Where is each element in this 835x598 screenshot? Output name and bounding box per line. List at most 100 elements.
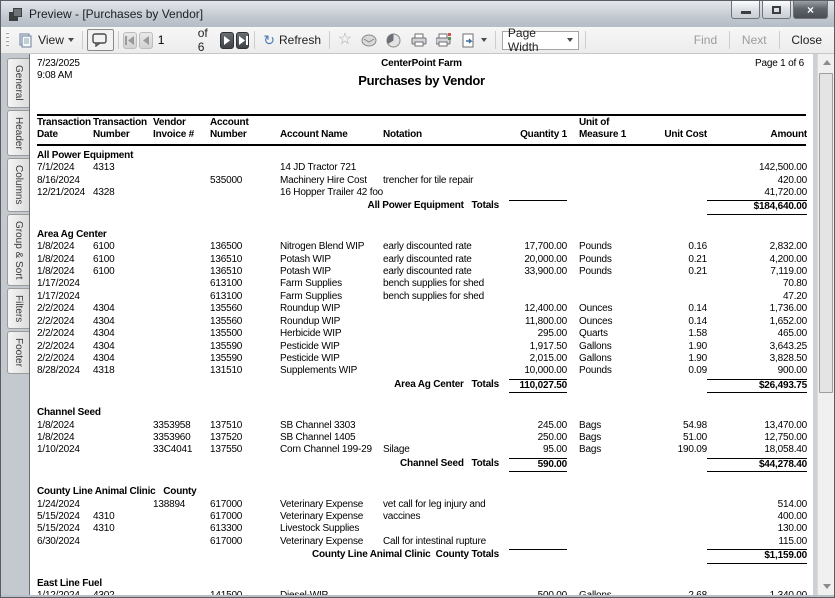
table-cell: 1/8/2024 bbox=[37, 432, 93, 444]
table-cell: Pounds bbox=[567, 254, 643, 266]
sidebar-tab-general[interactable]: General bbox=[7, 58, 29, 108]
restore-button[interactable] bbox=[762, 1, 791, 19]
table-cell bbox=[153, 353, 210, 365]
find-next-button[interactable]: Next bbox=[734, 31, 775, 49]
sidebar-tab-group-sort[interactable]: Group & Sort bbox=[7, 214, 29, 286]
find-button[interactable]: Find bbox=[686, 31, 725, 49]
table-cell: 4313 bbox=[93, 162, 153, 174]
email-button[interactable] bbox=[356, 30, 381, 50]
table-cell: 617000 bbox=[210, 511, 280, 523]
search-input[interactable] bbox=[590, 31, 686, 49]
totals-spacer bbox=[567, 458, 643, 472]
table-cell: Veterinary Expense bbox=[280, 536, 383, 548]
table-cell: Gallons bbox=[567, 341, 643, 353]
toolbar-grip[interactable] bbox=[6, 32, 9, 48]
preview-window: Preview - [Purchases by Vendor] × View bbox=[0, 0, 835, 598]
table-cell bbox=[93, 536, 153, 548]
close-icon: × bbox=[807, 3, 814, 17]
page-number-input[interactable] bbox=[154, 31, 196, 49]
table-cell: Supplements WIP bbox=[280, 365, 383, 377]
scrollbar-thumb[interactable] bbox=[819, 73, 833, 393]
totals-spacer bbox=[643, 458, 707, 472]
scroll-up-button[interactable] bbox=[818, 54, 835, 71]
table-row: 8/16/2024535000Machinery Hire Costtrench… bbox=[37, 175, 806, 187]
column-header: Account Name bbox=[280, 129, 383, 141]
table-cell bbox=[93, 444, 153, 456]
totals-spacer bbox=[567, 549, 643, 563]
totals-label: Area Ag Center Totals bbox=[37, 379, 509, 393]
table-cell: 5/15/2024 bbox=[37, 511, 93, 523]
sidebar-tab-filters[interactable]: Filters bbox=[7, 288, 29, 329]
table-cell bbox=[383, 187, 509, 199]
table-cell: 4328 bbox=[93, 187, 153, 199]
favorite-button[interactable]: ☆ bbox=[334, 30, 356, 50]
table-cell: Bags bbox=[567, 444, 643, 456]
refresh-button[interactable]: ↻ Refresh bbox=[259, 31, 325, 49]
view-menu-button[interactable]: View bbox=[13, 30, 78, 50]
table-cell: 1.58 bbox=[643, 328, 707, 340]
table-cell: 136510 bbox=[210, 266, 280, 278]
sidebar-tab-footer[interactable]: Footer bbox=[7, 331, 29, 374]
scroll-down-icon bbox=[823, 584, 831, 589]
table-cell: bench supplies for shed bbox=[383, 291, 509, 303]
first-page-icon bbox=[125, 36, 135, 45]
table-cell: 12/21/2024 bbox=[37, 187, 93, 199]
table-cell: 5/15/2024 bbox=[37, 523, 93, 535]
refresh-icon: ↻ bbox=[263, 33, 275, 47]
sidebar-tab-columns[interactable]: Columns bbox=[7, 158, 29, 211]
minimize-button[interactable] bbox=[731, 1, 760, 19]
totals-amount: $1,159.00 bbox=[707, 549, 807, 563]
zoom-select[interactable]: Page Width bbox=[502, 31, 579, 50]
table-cell: 3,828.50 bbox=[707, 353, 807, 365]
window-title: Preview - [Purchases by Vendor] bbox=[29, 7, 203, 21]
table-cell: 400.00 bbox=[707, 511, 807, 523]
comment-toggle-button[interactable] bbox=[87, 29, 114, 51]
table-row: 12/21/2024432816 Hopper Trailer 42 foot4… bbox=[37, 187, 806, 199]
table-cell: 11,800.00 bbox=[509, 316, 567, 328]
first-page-button[interactable] bbox=[123, 32, 137, 49]
table-cell bbox=[153, 536, 210, 548]
table-cell bbox=[153, 328, 210, 340]
table-cell bbox=[383, 316, 509, 328]
scroll-down-button[interactable] bbox=[818, 578, 835, 595]
vertical-scrollbar[interactable] bbox=[817, 54, 834, 595]
table-row: 8/28/20244318131510Supplements WIP10,000… bbox=[37, 365, 806, 377]
table-cell: 138894 bbox=[153, 499, 210, 511]
table-cell bbox=[383, 162, 509, 174]
table-cell bbox=[643, 162, 707, 174]
table-cell: 16 Hopper Trailer 42 foot bbox=[280, 187, 383, 199]
table-cell bbox=[567, 162, 643, 174]
sidebar-tab-header[interactable]: Header bbox=[7, 110, 29, 157]
table-cell: 135560 bbox=[210, 303, 280, 315]
export-button[interactable] bbox=[456, 30, 491, 50]
table-cell: 135500 bbox=[210, 328, 280, 340]
close-window-button[interactable]: × bbox=[793, 1, 828, 19]
chart-button[interactable] bbox=[381, 30, 406, 50]
table-cell: 1/8/2024 bbox=[37, 254, 93, 266]
previous-page-button[interactable] bbox=[139, 32, 153, 49]
print-button[interactable] bbox=[406, 30, 431, 50]
table-cell: 2/2/2024 bbox=[37, 341, 93, 353]
print-setup-button[interactable] bbox=[431, 30, 456, 50]
table-cell: 613100 bbox=[210, 278, 280, 290]
totals-quantity: 110,027.50 bbox=[509, 379, 567, 393]
table-cell: 2/2/2024 bbox=[37, 353, 93, 365]
table-cell: 2,832.00 bbox=[707, 241, 807, 253]
table-cell: 4310 bbox=[93, 511, 153, 523]
column-header: Unit Cost bbox=[643, 129, 707, 141]
totals-quantity bbox=[509, 549, 567, 563]
totals-spacer bbox=[567, 200, 643, 214]
table-cell bbox=[509, 291, 567, 303]
close-preview-button[interactable]: Close bbox=[783, 31, 830, 49]
table-row: 1/8/20246100136500Nitrogen Blend WIPearl… bbox=[37, 241, 806, 253]
last-page-button[interactable] bbox=[236, 32, 250, 49]
table-cell: SB Channel 3303 bbox=[280, 420, 383, 432]
next-page-button[interactable] bbox=[220, 32, 234, 49]
comment-bubble-icon bbox=[92, 32, 109, 48]
table-cell: 245.00 bbox=[509, 420, 567, 432]
table-cell: 2/2/2024 bbox=[37, 316, 93, 328]
table-cell: 420.00 bbox=[707, 175, 807, 187]
table-cell: Roundup WIP bbox=[280, 316, 383, 328]
last-page-icon bbox=[238, 36, 248, 45]
table-cell: 135560 bbox=[210, 316, 280, 328]
